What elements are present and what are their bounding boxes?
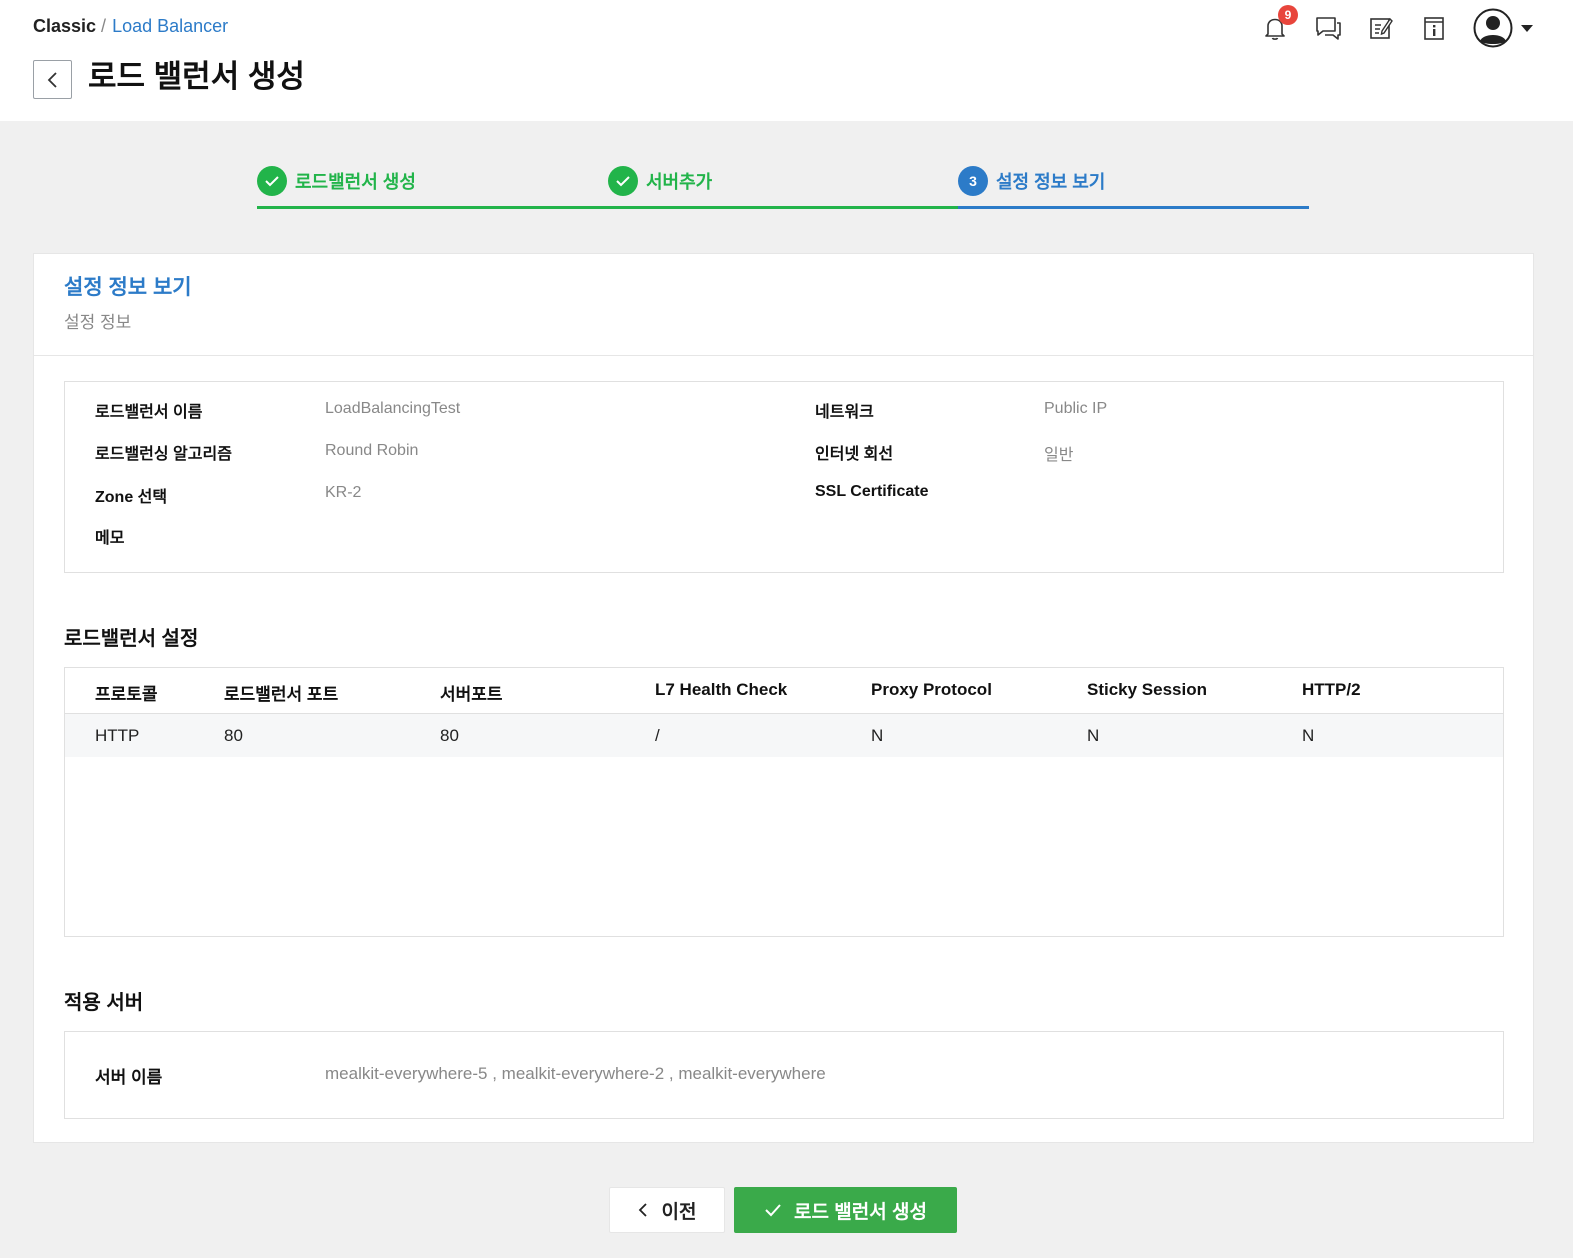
cell-sticky-session: N: [1087, 726, 1100, 745]
breadcrumb-root[interactable]: Classic: [33, 16, 96, 37]
user-menu[interactable]: [1473, 8, 1533, 48]
chat-icon: [1316, 17, 1341, 40]
edit-note-icon: [1370, 17, 1393, 39]
breadcrumb-current[interactable]: Load Balancer: [112, 16, 228, 37]
internet-line-label: 인터넷 회선: [815, 446, 894, 463]
algorithm-value: Round Robin: [325, 442, 419, 459]
create-lb-button[interactable]: 로드 밸런서 생성: [734, 1187, 957, 1233]
cell-health-check: /: [655, 726, 660, 745]
column-header: L7 Health Check: [655, 680, 788, 699]
algorithm-label: 로드밸런싱 알고리즘: [95, 446, 232, 463]
page-header: Classic / Load Balancer 로드 밸런서 생성 9: [0, 0, 1573, 121]
info-button[interactable]: [1415, 9, 1453, 47]
chevron-left-icon: [638, 1202, 648, 1218]
previous-button[interactable]: 이전: [609, 1187, 725, 1233]
table-row[interactable]: HTTP 80 80 / N N N: [65, 714, 1503, 757]
panel-header: 설정 정보 보기 설정 정보: [34, 254, 1533, 356]
step-create-lb: 로드밸런서 생성: [257, 162, 608, 209]
back-button[interactable]: [33, 60, 72, 99]
breadcrumb-separator: /: [101, 15, 107, 36]
internet-line-value: 일반: [1044, 447, 1074, 464]
cell-protocol: HTTP: [95, 726, 140, 745]
ssl-certificate-label: SSL Certificate: [815, 483, 929, 500]
column-header: 프로토콜: [95, 685, 158, 704]
cell-lb-port: 80: [224, 726, 243, 745]
lb-settings-title: 로드밸런서 설정: [64, 628, 199, 650]
step-label: 서버추가: [646, 172, 713, 192]
column-header: 서버포트: [440, 685, 503, 704]
avatar-icon: [1473, 8, 1513, 48]
column-header: Proxy Protocol: [871, 680, 992, 699]
step-label: 로드밸런서 생성: [295, 172, 416, 192]
applied-servers-box: 서버 이름 mealkit-everywhere-5 , mealkit-eve…: [64, 1031, 1504, 1119]
breadcrumb: Classic / Load Balancer: [33, 15, 228, 37]
check-icon: [608, 166, 638, 196]
create-lb-button-label: 로드 밸런서 생성: [794, 1201, 927, 1223]
column-header: Sticky Session: [1087, 680, 1208, 699]
check-icon: [764, 1203, 782, 1217]
zone-value: KR-2: [325, 484, 362, 501]
step-review-settings: 3 설정 정보 보기: [958, 162, 1309, 209]
settings-review-panel: 설정 정보 보기 설정 정보 로드밸런서 이름 LoadBalancingTes…: [33, 253, 1534, 1143]
step-label: 설정 정보 보기: [996, 172, 1106, 192]
edit-note-button[interactable]: [1362, 9, 1400, 47]
table-header: 프로토콜 로드밸런서 포트 서버포트 L7 Health Check Proxy…: [65, 668, 1503, 714]
lb-name-value: LoadBalancingTest: [325, 400, 461, 417]
chat-button[interactable]: [1309, 9, 1347, 47]
chevron-down-icon: [1521, 24, 1533, 32]
step-number: 3: [958, 166, 988, 196]
zone-label: Zone 선택: [95, 489, 168, 506]
memo-label: 메모: [95, 530, 125, 547]
panel-subtitle: 설정 정보: [64, 313, 132, 332]
column-header: HTTP/2: [1302, 680, 1361, 699]
cell-server-port: 80: [440, 726, 459, 745]
notification-badge: 9: [1278, 5, 1298, 25]
network-value: Public IP: [1044, 400, 1108, 417]
lb-name-label: 로드밸런서 이름: [95, 404, 203, 421]
top-toolbar: 9: [1241, 5, 1533, 48]
lb-settings-table: 프로토콜 로드밸런서 포트 서버포트 L7 Health Check Proxy…: [64, 667, 1504, 937]
info-icon: [1424, 17, 1444, 40]
applied-servers-title: 적용 서버: [64, 992, 144, 1014]
cell-http2: N: [1302, 726, 1315, 745]
cell-proxy-protocol: N: [871, 726, 884, 745]
column-header: 로드밸런서 포트: [224, 685, 339, 704]
lb-info-box: 로드밸런서 이름 LoadBalancingTest 로드밸런싱 알고리즘 Ro…: [64, 381, 1504, 573]
network-label: 네트워크: [815, 404, 874, 421]
notification-button[interactable]: 9: [1256, 5, 1298, 47]
server-name-value: mealkit-everywhere-5 , mealkit-everywher…: [325, 1064, 826, 1083]
progress-stepper: 로드밸런서 생성 서버추가 3 설정 정보 보기: [257, 162, 1309, 209]
step-add-server: 서버추가: [608, 162, 958, 209]
panel-title: 설정 정보 보기: [64, 276, 192, 299]
previous-button-label: 이전: [661, 1201, 697, 1223]
check-icon: [257, 166, 287, 196]
chevron-left-icon: [47, 71, 57, 88]
page-title: 로드 밸런서 생성: [88, 59, 305, 94]
server-name-label: 서버 이름: [95, 1068, 163, 1087]
